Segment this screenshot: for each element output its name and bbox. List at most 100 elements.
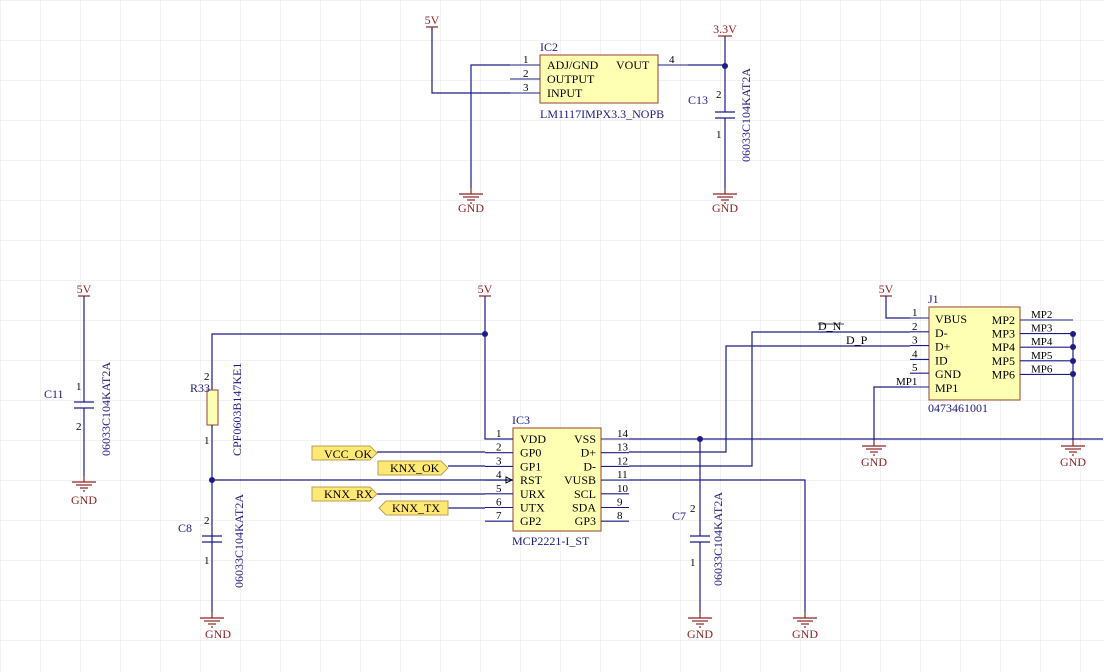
r33-value: CPF0603B147KE1 xyxy=(230,363,244,456)
ic3-pin-label: VSS xyxy=(574,432,596,446)
power-5v-label: 5V xyxy=(425,13,440,27)
j1-pin-label: MP4 xyxy=(992,340,1015,354)
port-knx-ok-label: KNX_OK xyxy=(390,461,440,475)
ic3-pin-num: 12 xyxy=(617,455,628,467)
junction-dot xyxy=(1070,331,1076,337)
j1-pin-label: VBUS xyxy=(935,312,967,326)
ic3-pin-label: GP3 xyxy=(575,514,596,528)
schematic-canvas: IC2 LM1117IMPX3.3_NOPB 1 2 3 4 ADJ/GND O… xyxy=(0,0,1104,672)
gnd-label-ic2: GND xyxy=(458,201,484,215)
j1-pin-label: ID xyxy=(935,353,948,367)
ic3-pin-label: D+ xyxy=(581,446,597,460)
ic3-designator: IC3 xyxy=(512,413,530,427)
j1-pin-num: MP2 xyxy=(1031,309,1052,321)
j1-pin-label: MP3 xyxy=(992,327,1015,341)
ic3-pin-num: 8 xyxy=(617,510,623,522)
c8-value: 06033C104KAT2A xyxy=(232,494,246,588)
c13-pin1-num: 1 xyxy=(716,129,722,141)
ic3-comment: MCP2221-I_ST xyxy=(512,534,590,548)
c7-pin1-num: 1 xyxy=(690,557,696,569)
ic3-pin-num: 5 xyxy=(496,483,502,495)
j1-pin-num: 5 xyxy=(912,362,918,374)
c7-designator: C7 xyxy=(672,509,686,523)
j1-pin-label: MP2 xyxy=(992,313,1015,327)
ic3-pin-num: 3 xyxy=(496,455,502,467)
c7-pin2-num: 2 xyxy=(690,503,696,515)
gnd-label-j1: GND xyxy=(861,455,887,469)
j1-pin-num: 3 xyxy=(912,335,918,347)
c13-pin2-num: 2 xyxy=(716,89,722,101)
j1-pin-num: MP5 xyxy=(1031,350,1053,362)
c8-pin2-num: 2 xyxy=(204,515,210,527)
ic3-pin-num: 14 xyxy=(617,428,629,440)
c13-value: 06033C104KAT2A xyxy=(739,68,753,162)
ic2-designator: IC2 xyxy=(540,40,558,54)
ic3-pin-label: VDD xyxy=(520,432,546,446)
j1-pin-num: MP6 xyxy=(1031,363,1053,375)
c13-designator: C13 xyxy=(688,93,708,107)
j1-pin-label: GND xyxy=(935,367,961,381)
c11-designator: C11 xyxy=(44,387,64,401)
ic3-pin-label: D- xyxy=(583,459,596,473)
ic2-pin2-label: OUTPUT xyxy=(547,72,595,86)
ic3-pin-label: RST xyxy=(520,473,543,487)
j1-pin-num: MP3 xyxy=(1031,323,1053,335)
ic3-pin-label: GP1 xyxy=(520,459,541,473)
ic3-pin-label: SCL xyxy=(574,487,596,501)
port-knx-rx-label: KNX_RX xyxy=(324,487,373,501)
ic2-pin3-num: 3 xyxy=(523,82,529,94)
ic3-pin-num: 1 xyxy=(496,428,502,440)
j1-pin-num: 1 xyxy=(912,307,918,319)
power-5v-c11-label: 5V xyxy=(77,282,92,296)
j1-pin-label: MP6 xyxy=(992,367,1015,381)
ic3-pin-label: SDA xyxy=(572,501,596,515)
ic3-pin-num: 4 xyxy=(496,469,502,481)
ic2-pin2-num: 2 xyxy=(523,68,529,80)
j1-pin-label: MP5 xyxy=(992,354,1015,368)
ic3-pin-label: GP0 xyxy=(520,446,541,460)
ic3-pin-label: UTX xyxy=(520,501,545,515)
c7-value: 06033C104KAT2A xyxy=(711,492,725,586)
junction-dot xyxy=(1070,358,1076,364)
port-knx-tx-label: KNX_TX xyxy=(392,501,440,515)
j1-comment: 0473461001 xyxy=(928,401,988,415)
gnd-label-c8: GND xyxy=(205,627,231,641)
c11-pin2-num: 2 xyxy=(76,421,82,433)
ic3-pin-num: 9 xyxy=(617,497,623,509)
gnd-label-c11: GND xyxy=(71,493,97,507)
gnd-label-vusb: GND xyxy=(792,627,818,641)
port-vcc-ok-label: VCC_OK xyxy=(324,447,372,461)
ic2-pin1-label: ADJ/GND xyxy=(547,58,599,72)
ic3-pin-label: VUSB xyxy=(564,473,596,487)
ic2-pin4-label: VOUT xyxy=(616,58,650,72)
j1-pin-label: MP1 xyxy=(935,381,958,395)
ic3-pin-num: 11 xyxy=(617,469,628,481)
j1-pin-num: 4 xyxy=(912,348,918,360)
ic3-pin-label: GP2 xyxy=(520,514,541,528)
power-5v-ic3-label: 5V xyxy=(478,282,493,296)
c11-value: 06033C104KAT2A xyxy=(99,362,113,456)
net-label-d-p: D_P xyxy=(846,333,868,347)
ic3-pin-num: 7 xyxy=(496,510,502,522)
j1-pin-num: MP1 xyxy=(896,376,917,388)
j1-pin-label: D+ xyxy=(935,340,951,354)
j1-designator: J1 xyxy=(928,292,939,306)
ic2-comment: LM1117IMPX3.3_NOPB xyxy=(540,107,664,121)
ic2-pin1-num: 1 xyxy=(523,54,529,66)
junction-dot xyxy=(1070,371,1076,377)
ic3-pin-num: 10 xyxy=(617,483,629,495)
ic3-pin-label: URX xyxy=(520,487,546,501)
junction-dot xyxy=(1070,344,1076,350)
gnd-label-shield: GND xyxy=(1060,455,1086,469)
j1-pin-num: MP4 xyxy=(1031,336,1053,348)
r33-pin1-num: 1 xyxy=(204,435,210,447)
gnd-label-c13: GND xyxy=(712,201,738,215)
ic2-pin4-num: 4 xyxy=(669,54,675,66)
ic3-pin-num: 13 xyxy=(617,442,629,454)
ic3-pin-num: 6 xyxy=(496,497,502,509)
ic2-pin3-label: INPUT xyxy=(547,86,583,100)
power-3v3-label: 3.3V xyxy=(713,22,737,36)
gnd-label-c7: GND xyxy=(687,627,713,641)
power-5v-j1-label: 5V xyxy=(879,282,894,296)
junction-dot xyxy=(722,63,728,69)
